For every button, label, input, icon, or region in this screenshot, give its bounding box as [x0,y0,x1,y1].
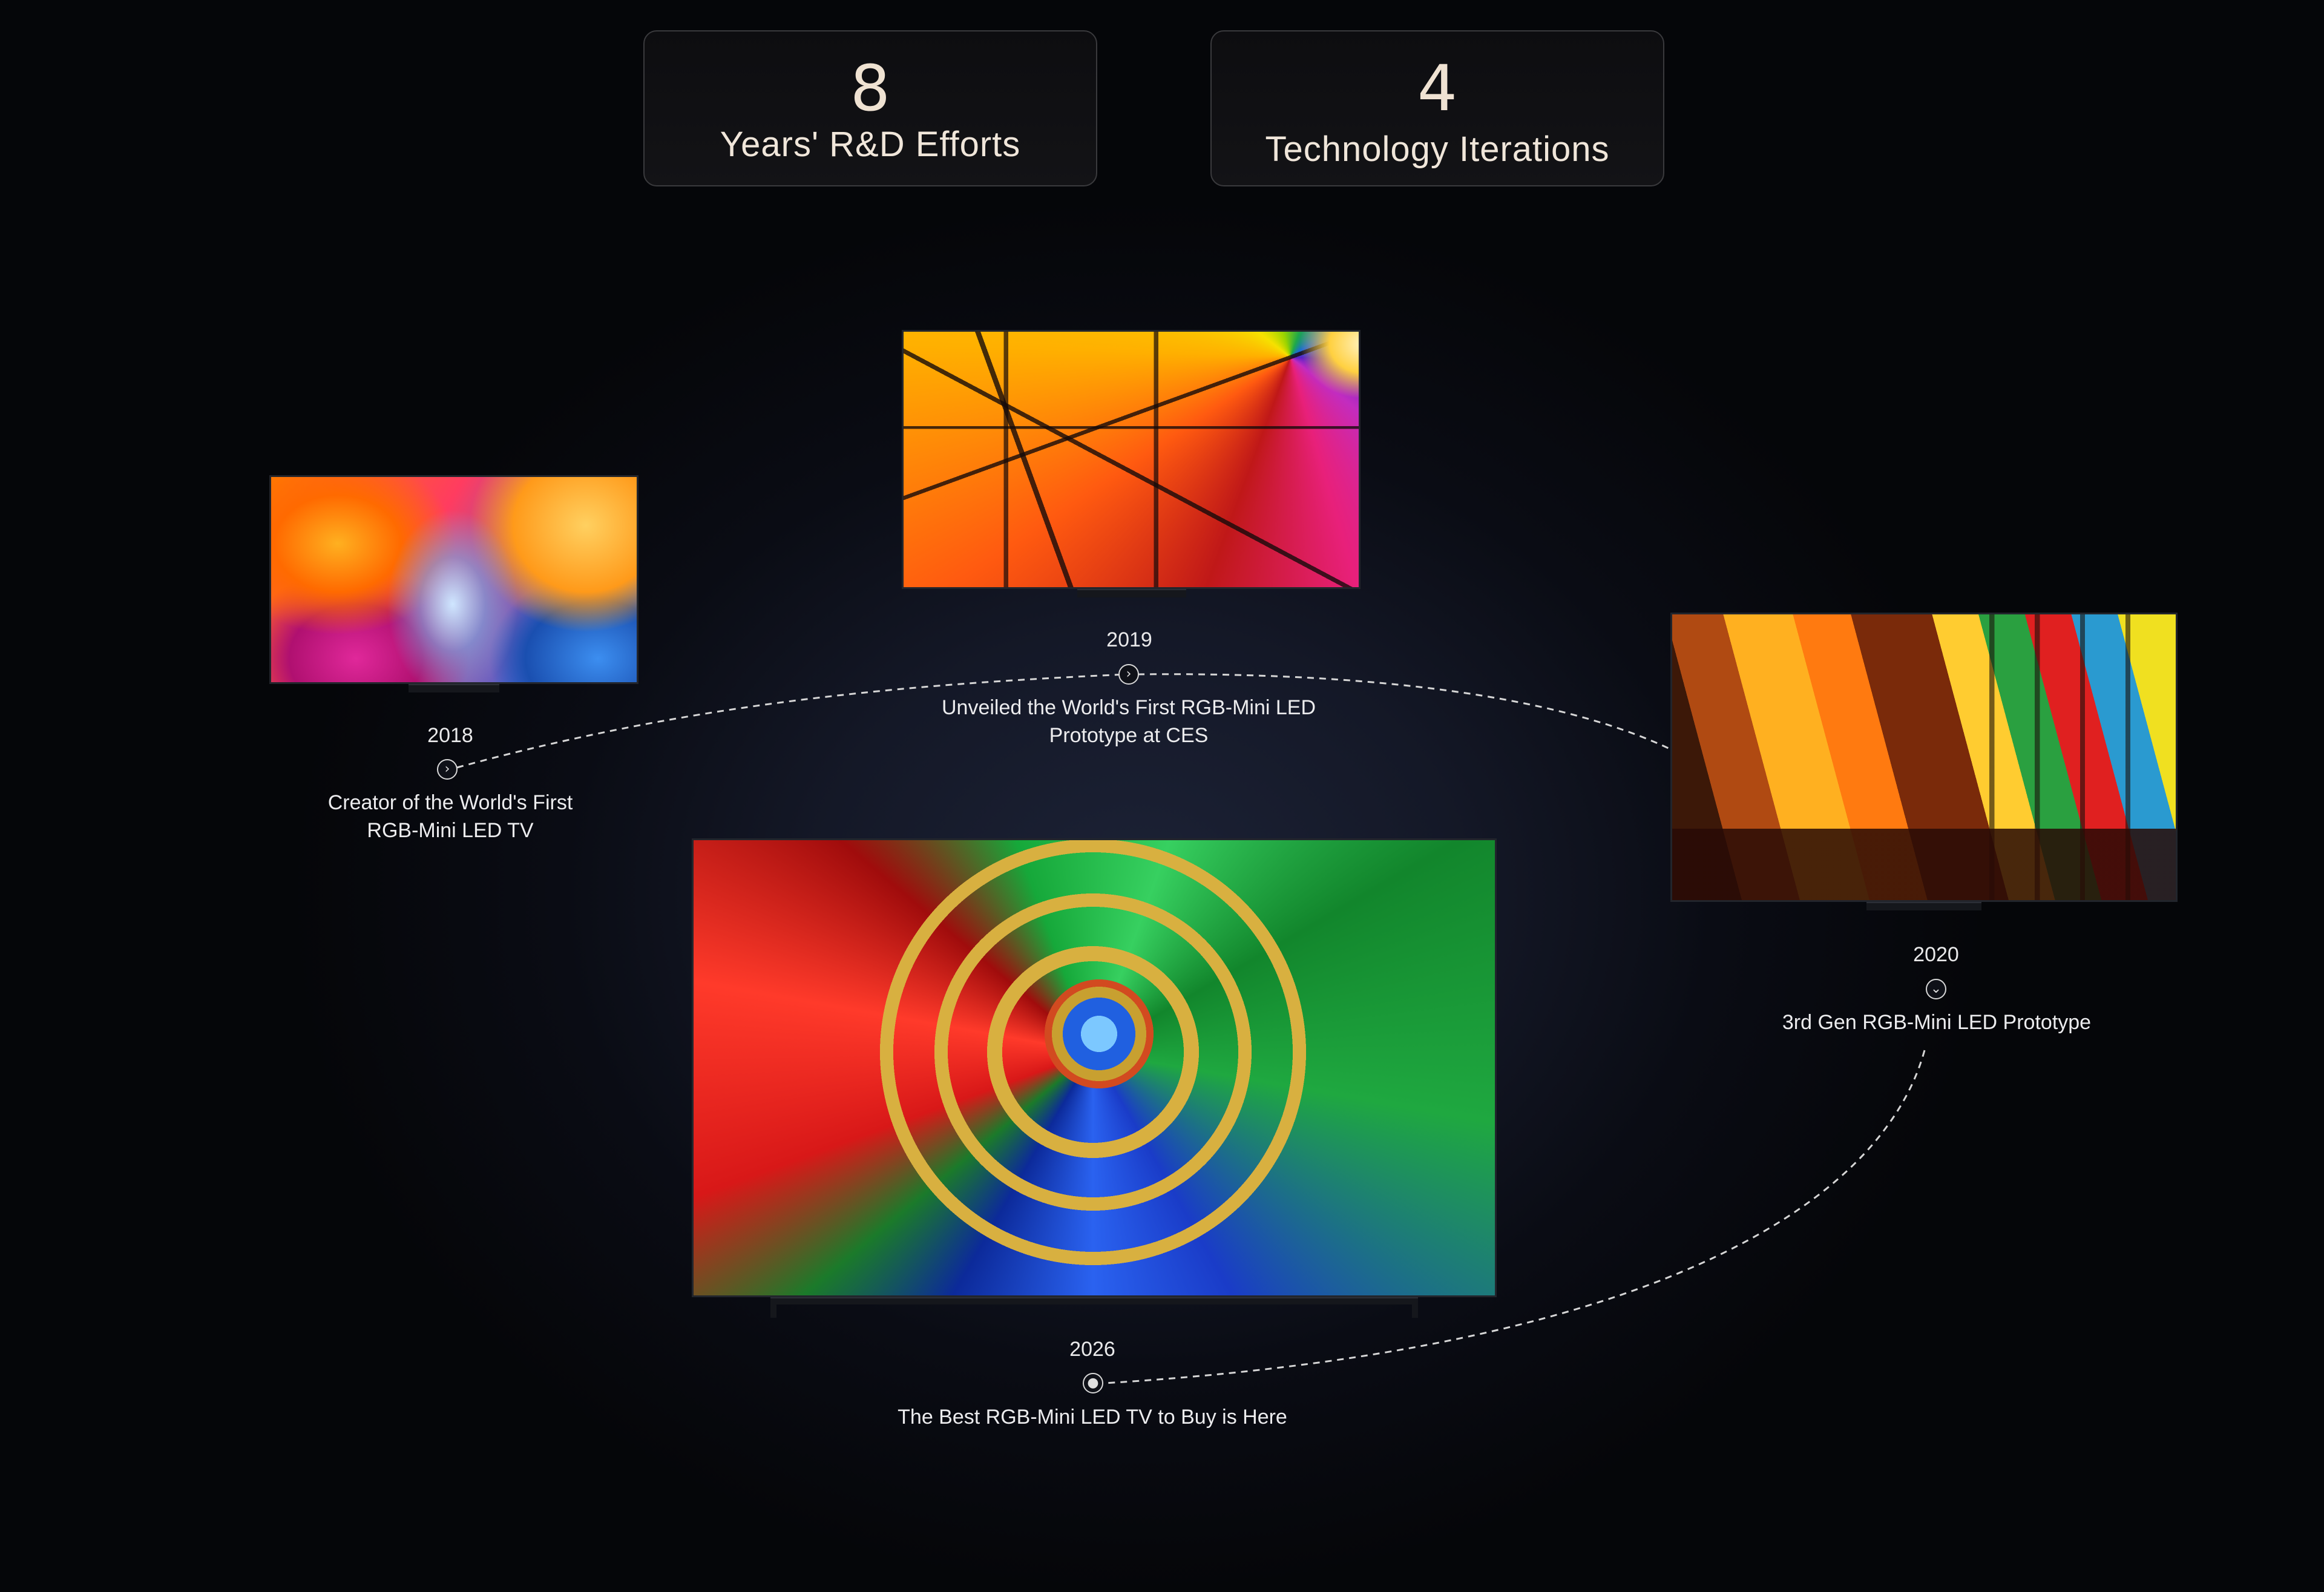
milestone-year: 2019 [1106,628,1152,651]
milestone-node-2018[interactable]: › [437,759,458,780]
chevron-right-icon: › [1126,666,1132,682]
milestone-description: Creator of the World's First RGB-Mini LE… [327,791,573,842]
chevron-right-icon: › [444,761,450,777]
milestone-description: 3rd Gen RGB-Mini LED Prototype [1782,1011,2092,1034]
milestone-node-2026[interactable]: ● [1083,1373,1103,1393]
milestone-year: 2020 [1913,943,1959,966]
milestone-year: 2018 [427,724,473,747]
milestone-node-2019[interactable]: › [1118,664,1139,685]
milestone-node-2020[interactable]: ⌄ [1926,979,1946,999]
milestone-description: Unveiled the World's First RGB-Mini LED … [941,696,1316,747]
dot-icon: ● [1087,1375,1099,1390]
milestone-year: 2026 [1069,1338,1115,1361]
tv-2026-image [692,838,1497,1318]
tv-2019-image [902,330,1361,597]
tv-2020-image [1670,613,2178,910]
chevron-down-icon: ⌄ [1930,981,1942,996]
tv-2018-image [269,475,638,692]
milestone-description: The Best RGB-Mini LED TV to Buy is Here [898,1406,1287,1429]
